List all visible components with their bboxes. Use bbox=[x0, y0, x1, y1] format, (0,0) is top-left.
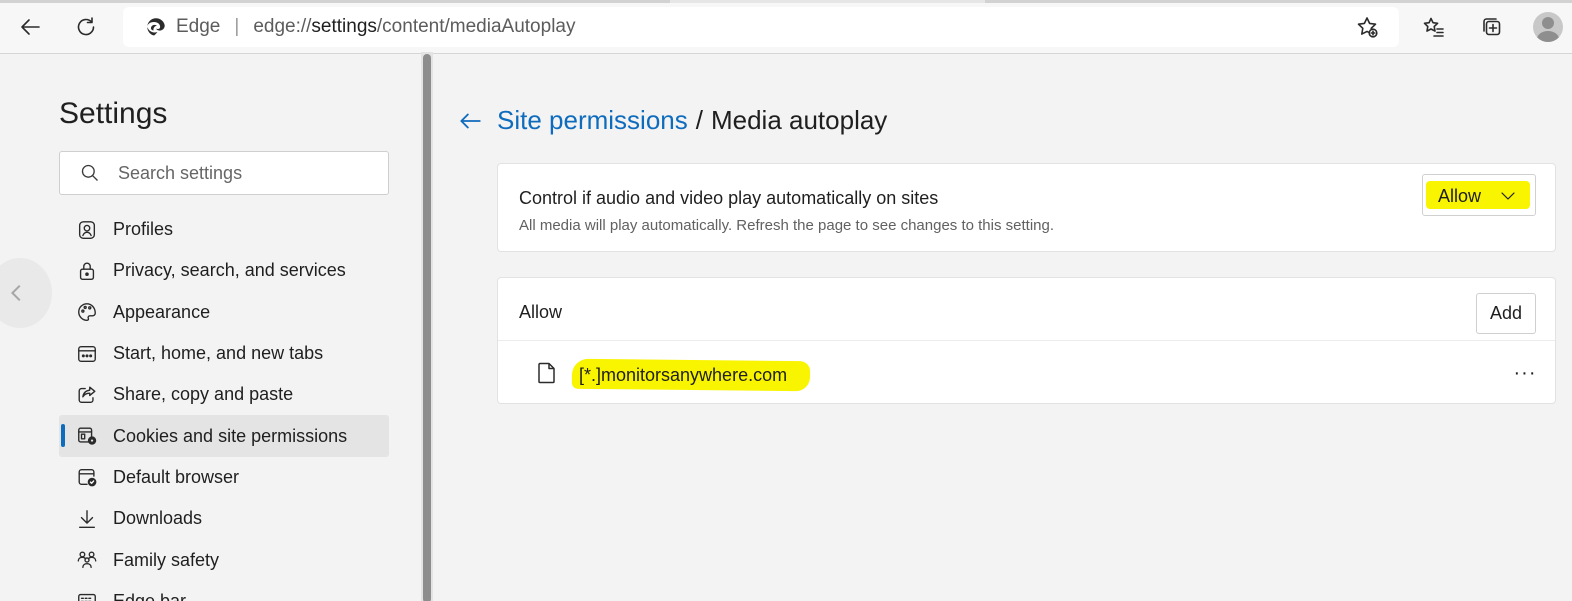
breadcrumb-separator: / bbox=[695, 105, 703, 135]
settings-sidebar: Settings Profiles Privacy, search, and s… bbox=[0, 55, 422, 601]
sidebar-item-edge-bar[interactable]: Edge bar bbox=[59, 581, 389, 601]
url-path: /content/mediaAutoplay bbox=[376, 16, 576, 37]
main-content: Site permissions / Media autoplay Contro… bbox=[433, 55, 1572, 601]
sidebar-item-start-home[interactable]: Start, home, and new tabs bbox=[59, 333, 389, 374]
sidebar-item-label: Cookies and site permissions bbox=[113, 425, 348, 446]
collections-button[interactable] bbox=[1474, 9, 1510, 45]
edge-label: Edge bbox=[176, 16, 221, 37]
sidebar-item-share-copy[interactable]: Share, copy and paste bbox=[59, 374, 389, 415]
sidebar-item-label: Default browser bbox=[113, 466, 240, 487]
address-bar[interactable]: Edge | edge://settings/content/mediaAuto… bbox=[123, 7, 1399, 47]
chevron-down-icon bbox=[1501, 192, 1515, 200]
sidebar-item-label: Downloads bbox=[113, 508, 203, 529]
favorites-list-icon bbox=[1423, 17, 1444, 37]
arrow-left-icon bbox=[21, 19, 40, 35]
url-host: settings bbox=[311, 16, 377, 37]
sidebar-item-label: Family safety bbox=[113, 549, 220, 570]
keyboard-icon bbox=[78, 594, 96, 601]
lock-icon bbox=[79, 262, 95, 280]
sidebar-collapse-button[interactable] bbox=[0, 258, 52, 328]
settings-title: Settings bbox=[59, 97, 168, 130]
page-title: Media autoplay bbox=[710, 105, 888, 135]
add-site-button[interactable]: Add bbox=[1476, 293, 1536, 334]
cookies-gear-icon bbox=[78, 427, 97, 445]
sidebar-item-profiles[interactable]: Profiles bbox=[59, 209, 389, 250]
collections-icon bbox=[1483, 18, 1501, 36]
download-icon bbox=[78, 509, 96, 528]
sidebar-item-label: Appearance bbox=[113, 301, 211, 322]
star-add-icon bbox=[1357, 17, 1378, 38]
search-box[interactable] bbox=[59, 151, 389, 195]
sidebar-item-cookies[interactable]: Cookies and site permissions bbox=[59, 415, 389, 457]
autoplay-control-card: Control if audio and video play automati… bbox=[497, 163, 1556, 252]
autoplay-select-value: Allow bbox=[1438, 186, 1482, 206]
window-grid-icon bbox=[78, 345, 96, 362]
autoplay-select[interactable]: Allow bbox=[1422, 174, 1536, 216]
sidebar-item-default-browser[interactable]: Default browser bbox=[59, 457, 389, 498]
sidebar-item-appearance[interactable]: Appearance bbox=[59, 292, 389, 333]
profile-avatar[interactable] bbox=[1533, 12, 1563, 42]
sidebar-item-family-safety[interactable]: Family safety bbox=[59, 539, 389, 580]
sidebar-item-label: Start, home, and new tabs bbox=[113, 343, 324, 364]
favorites-button[interactable] bbox=[1416, 9, 1452, 45]
more-actions-button[interactable]: ··· bbox=[1510, 358, 1540, 388]
divider bbox=[498, 340, 1555, 341]
back-button[interactable] bbox=[12, 9, 48, 45]
sidebar-item-label: Profiles bbox=[113, 219, 174, 240]
browser-check-icon bbox=[78, 469, 97, 487]
browser-toolbar: Edge | edge://settings/content/mediaAuto… bbox=[0, 0, 1572, 54]
refresh-button[interactable] bbox=[68, 9, 104, 45]
back-arrow-icon[interactable] bbox=[457, 108, 483, 134]
family-icon bbox=[77, 551, 97, 569]
url-scheme: edge:// bbox=[253, 16, 312, 37]
search-icon bbox=[81, 164, 98, 181]
tab-strip bbox=[0, 0, 1572, 3]
share-icon bbox=[78, 386, 96, 403]
document-icon bbox=[538, 362, 555, 384]
chevron-left-icon bbox=[10, 284, 21, 302]
sidebar-item-privacy[interactable]: Privacy, search, and services bbox=[59, 250, 389, 291]
sidebar-scrollbar[interactable] bbox=[421, 52, 433, 601]
allow-heading: Allow bbox=[519, 302, 563, 322]
control-subtitle: All media will play automatically. Refre… bbox=[519, 217, 1055, 234]
allowed-site: [*.]monitorsanywhere.com bbox=[579, 365, 788, 385]
add-favorite-button[interactable] bbox=[1349, 9, 1385, 45]
breadcrumb-site-permissions-link[interactable]: Site permissions bbox=[497, 105, 688, 136]
address-url[interactable]: edge://settings/content/mediaAutoplay bbox=[253, 16, 575, 38]
address-separator: | bbox=[234, 16, 240, 37]
scrollbar-thumb[interactable] bbox=[423, 54, 431, 601]
breadcrumb: Site permissions / Media autoplay bbox=[457, 105, 887, 136]
settings-nav: Profiles Privacy, search, and services A… bbox=[59, 209, 389, 601]
sidebar-item-label: Edge bar bbox=[113, 590, 187, 601]
refresh-icon bbox=[77, 17, 95, 36]
sidebar-item-label: Share, copy and paste bbox=[113, 384, 294, 405]
sidebar-item-label: Privacy, search, and services bbox=[113, 260, 346, 281]
profile-icon bbox=[78, 220, 96, 239]
edge-logo-icon bbox=[147, 18, 165, 36]
search-input[interactable] bbox=[118, 162, 368, 184]
control-title: Control if audio and video play automati… bbox=[519, 188, 939, 208]
sidebar-item-downloads[interactable]: Downloads bbox=[59, 498, 389, 539]
allow-list-card: Allow Add [*.]monitorsanywhere.com ··· bbox=[497, 277, 1556, 404]
palette-icon bbox=[78, 303, 96, 322]
